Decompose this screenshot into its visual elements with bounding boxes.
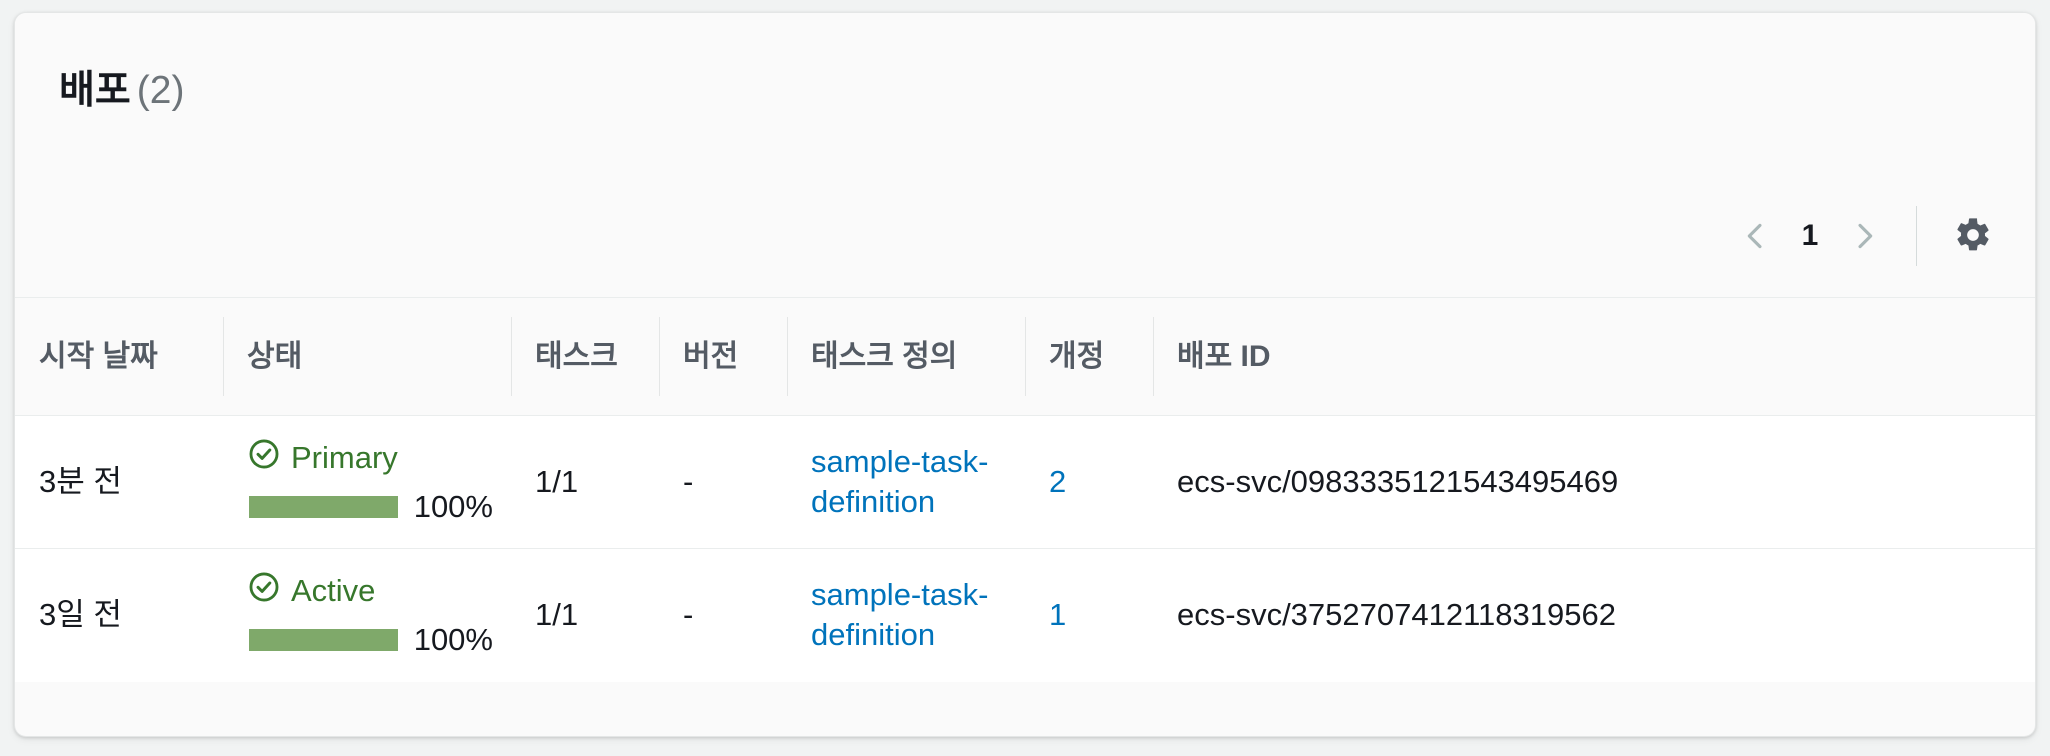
previous-page-button[interactable] [1728,209,1782,263]
page-title-text: 배포 [59,69,131,112]
column-header-tasks-label: 태스크 [535,339,618,373]
progress-track [249,496,398,518]
card-header: 배포 (2) 1 [15,13,2035,297]
progress-indicator: 100% [247,487,493,527]
status-label: Primary [291,440,398,475]
progress-label: 100% [413,622,493,658]
revision-link[interactable]: 1 [1049,597,1066,632]
current-page-number[interactable]: 1 [1782,219,1838,253]
column-header-revision-label: 개정 [1049,339,1105,373]
tasks-text: 1/1 [535,597,579,633]
table-toolbar: 1 [1728,203,2001,269]
progress-label: 100% [413,489,493,524]
column-header-status: 상태 [223,297,511,416]
cell-tasks: 1/1 [511,548,659,682]
table-body: 3분 전 Primary 100% 1/1 - sample-task-defi… [15,415,2035,682]
column-header-version-label: 버전 [683,339,739,373]
task-definition-link[interactable]: sample-task-definition [811,444,988,519]
cell-revision: 2 [1025,415,1153,549]
deployments-panel: 배포 (2) 1 시작 날짜 상태 태스크 버전 태스크 정의 개정 배포 ID… [0,0,2050,756]
column-header-deployment-id-label: 배포 ID [1177,339,1271,373]
status-line: Active [247,570,493,612]
cell-revision: 1 [1025,548,1153,682]
cell-tasks: 1/1 [511,415,659,549]
deployments-card: 배포 (2) 1 시작 날짜 상태 태스크 버전 태스크 정의 개정 배포 ID… [14,12,2036,737]
column-header-version: 버전 [659,297,787,416]
column-header-start-date: 시작 날짜 [15,297,223,416]
progress-track [249,629,398,652]
version-text: - [683,464,694,499]
toolbar-divider [1916,206,1917,266]
status-positive-icon [247,437,281,479]
cell-version: - [659,548,787,682]
cell-version: - [659,415,787,549]
preferences-button[interactable] [1945,208,2001,264]
next-page-button[interactable] [1838,209,1892,263]
pagination: 1 [1728,209,1892,263]
column-header-task-definition: 태스크 정의 [787,297,1025,416]
status-label: Active [291,573,376,609]
table-row: 3일 전 Active 100% 1/1 - sample-task-defin… [15,548,2035,682]
progress-fill [249,496,398,518]
deployment-id-text: ecs-svc/3752707412118319562 [1177,597,1616,633]
start-date-text: 3일 전 [39,597,122,633]
tasks-text: 1/1 [535,464,579,499]
progress-indicator: 100% [247,620,493,660]
column-header-revision: 개정 [1025,297,1153,416]
column-header-task-definition-label: 태스크 정의 [811,339,958,373]
page-title-count: (2) [136,69,185,112]
progress-fill [249,629,398,652]
cell-start-date: 3분 전 [15,415,223,549]
cell-status: Active 100% [223,548,511,682]
column-header-tasks: 태스크 [511,297,659,416]
start-date-text: 3분 전 [39,464,122,499]
cell-task-definition: sample-task-definition [787,415,1025,549]
cell-deployment-id: ecs-svc/0983335121543495469 [1153,415,2035,549]
task-definition-link[interactable]: sample-task-definition [811,577,988,652]
table-header-row: 시작 날짜 상태 태스크 버전 태스크 정의 개정 배포 ID [15,297,2035,416]
chevron-left-icon [1738,219,1772,253]
status-line: Primary [247,437,493,479]
gear-icon [1953,215,1993,258]
cell-task-definition: sample-task-definition [787,548,1025,682]
column-header-deployment-id: 배포 ID [1153,297,2035,416]
status-badge: Primary 100% [247,437,493,527]
cell-status: Primary 100% [223,415,511,549]
deployments-table: 시작 날짜 상태 태스크 버전 태스크 정의 개정 배포 ID 3분 전 Pri… [15,297,2035,682]
version-text: - [683,597,694,633]
deployment-id-text: ecs-svc/0983335121543495469 [1177,464,1619,499]
column-header-status-label: 상태 [247,339,303,373]
cell-start-date: 3일 전 [15,548,223,682]
revision-link[interactable]: 2 [1049,464,1066,499]
page-title: 배포 (2) [59,68,184,114]
chevron-right-icon [1848,219,1882,253]
status-badge: Active 100% [247,570,493,660]
table-head: 시작 날짜 상태 태스크 버전 태스크 정의 개정 배포 ID [15,297,2035,416]
column-header-start-date-label: 시작 날짜 [39,339,158,373]
cell-deployment-id: ecs-svc/3752707412118319562 [1153,548,2035,682]
status-positive-icon [247,570,281,612]
table-row: 3분 전 Primary 100% 1/1 - sample-task-defi… [15,415,2035,549]
